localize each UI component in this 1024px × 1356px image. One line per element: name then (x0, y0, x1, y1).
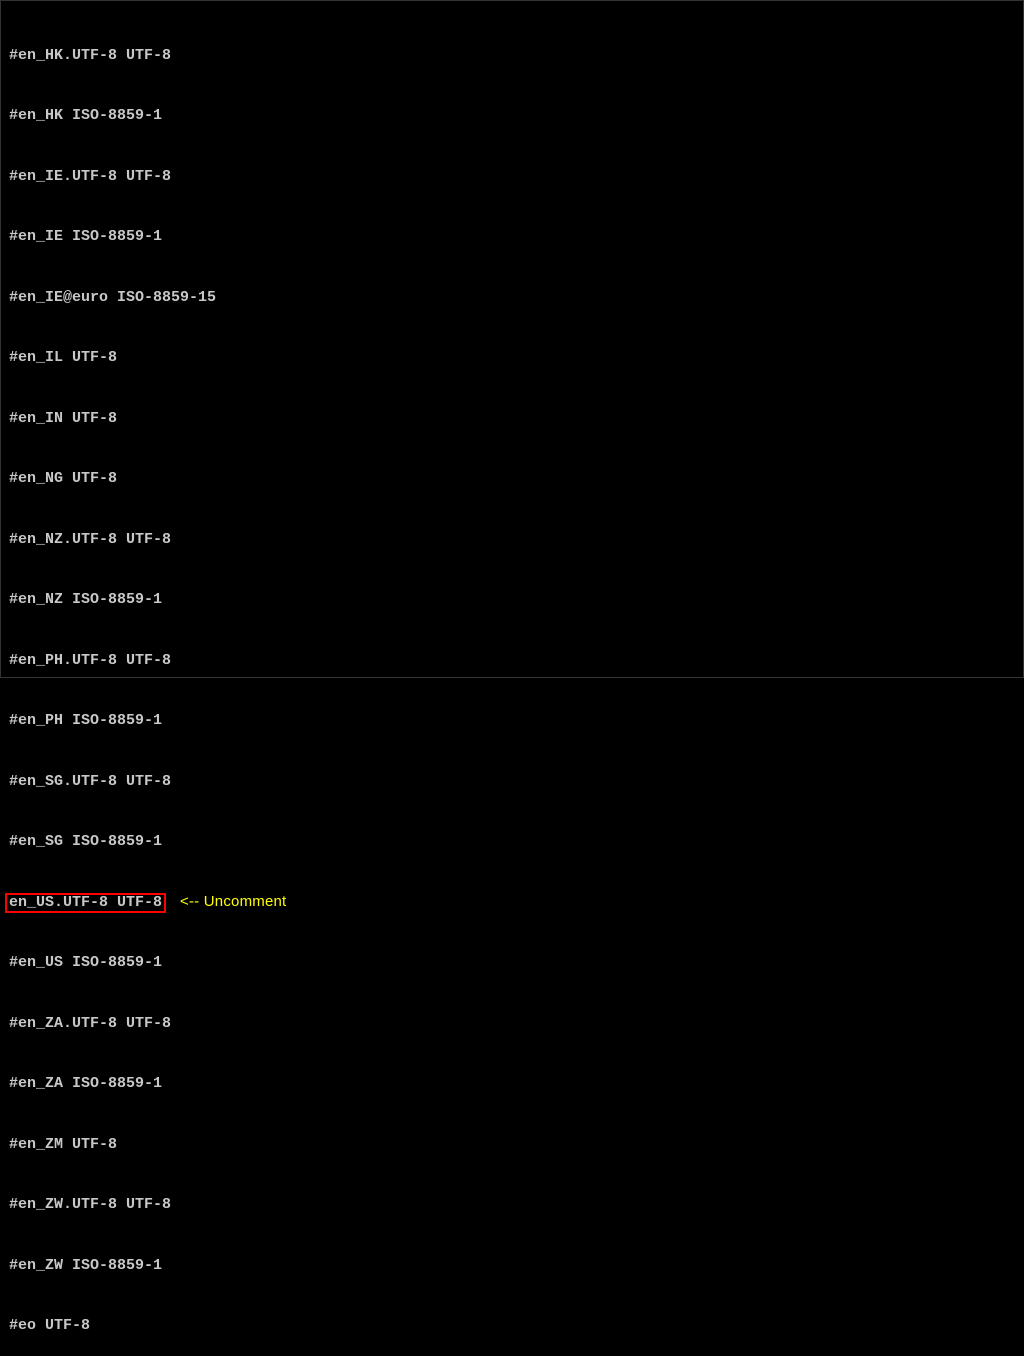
locale-line: #en_IE@euro ISO-8859-15 (9, 288, 1015, 308)
locale-line: #en_SG.UTF-8 UTF-8 (9, 772, 1015, 792)
locale-line: #en_PH.UTF-8 UTF-8 (9, 651, 1015, 671)
locale-line: #eo UTF-8 (9, 1316, 1015, 1336)
uncommented-locale-line[interactable]: en_US.UTF-8 UTF-8 (5, 893, 166, 913)
highlighted-row: en_US.UTF-8 UTF-8 <-- Uncomment (9, 893, 1015, 913)
locale-line: #en_ZA.UTF-8 UTF-8 (9, 1014, 1015, 1034)
locale-line: #en_IE.UTF-8 UTF-8 (9, 167, 1015, 187)
locale-line: #en_ZW ISO-8859-1 (9, 1256, 1015, 1276)
locale-line: #en_IN UTF-8 (9, 409, 1015, 429)
locale-line: #en_PH ISO-8859-1 (9, 711, 1015, 731)
locale-line: #en_SG ISO-8859-1 (9, 832, 1015, 852)
locale-line: #en_ZW.UTF-8 UTF-8 (9, 1195, 1015, 1215)
locale-line: #en_NZ.UTF-8 UTF-8 (9, 530, 1015, 550)
locale-line: #en_NZ ISO-8859-1 (9, 590, 1015, 610)
locale-line: #en_HK ISO-8859-1 (9, 106, 1015, 126)
locale-line: #en_ZA ISO-8859-1 (9, 1074, 1015, 1094)
locale-line: #en_IL UTF-8 (9, 348, 1015, 368)
locale-line: #en_IE ISO-8859-1 (9, 227, 1015, 247)
locale-line: #en_US ISO-8859-1 (9, 953, 1015, 973)
terminal-editor[interactable]: #en_HK.UTF-8 UTF-8 #en_HK ISO-8859-1 #en… (9, 5, 1015, 1356)
uncomment-annotation: <-- Uncomment (180, 892, 286, 912)
locale-line: #en_NG UTF-8 (9, 469, 1015, 489)
locale-line: #en_ZM UTF-8 (9, 1135, 1015, 1155)
locale-line: #en_HK.UTF-8 UTF-8 (9, 46, 1015, 66)
